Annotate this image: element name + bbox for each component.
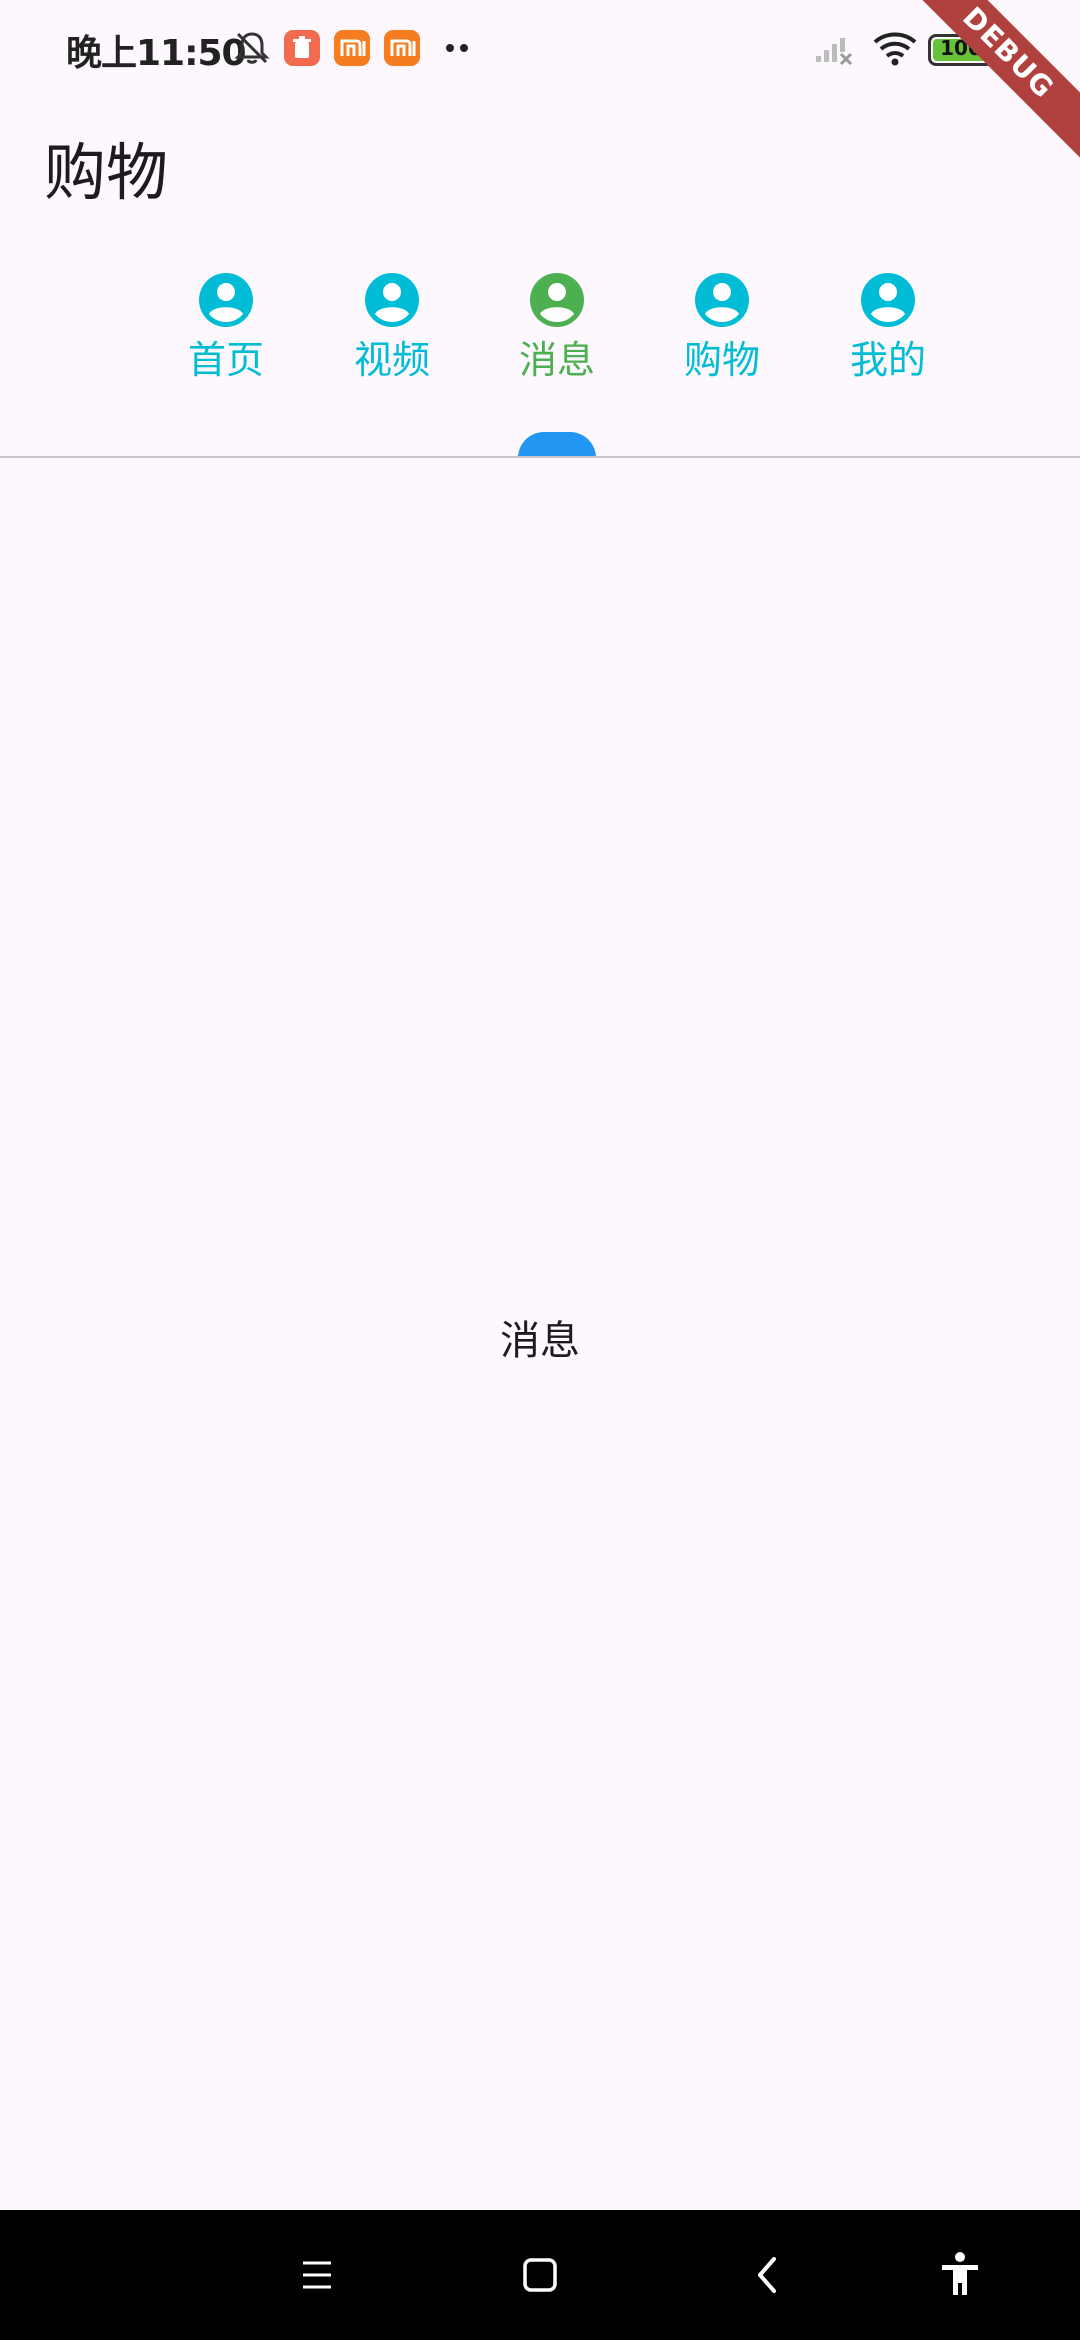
account-circle-icon	[530, 273, 584, 327]
more-dots-icon	[446, 44, 470, 54]
tab-divider	[0, 456, 1080, 458]
wifi-icon	[873, 32, 917, 66]
trash-icon	[293, 36, 311, 58]
signal-off-icon	[816, 38, 853, 66]
tab-home[interactable]: 首页	[166, 272, 286, 412]
back-icon[interactable]	[738, 2245, 798, 2305]
accessibility-icon[interactable]	[930, 2245, 990, 2305]
tab-shopping[interactable]: 购物	[662, 272, 782, 412]
mute-icon	[234, 32, 270, 64]
tab-bar: 首页 视频 消息 购物 我的	[0, 260, 1080, 460]
tab-indicator	[518, 432, 596, 458]
status-bar: 晚上11:50 100	[0, 0, 1080, 100]
status-time: 晚上11:50	[66, 33, 247, 74]
account-circle-icon	[365, 273, 419, 327]
tab-label: 消息	[518, 338, 595, 382]
tab-label: 我的	[849, 338, 926, 382]
system-nav-bar	[0, 2210, 1080, 2340]
tab-label: 视频	[353, 338, 430, 382]
tab-mine[interactable]: 我的	[828, 272, 948, 412]
tab-video[interactable]: 视频	[332, 272, 452, 412]
mi-icon	[334, 30, 370, 66]
tab-label: 首页	[187, 338, 264, 382]
account-circle-icon	[695, 273, 749, 327]
tab-content-text: 消息	[500, 1318, 580, 1364]
home-icon[interactable]	[510, 2245, 570, 2305]
mi-icon	[384, 30, 420, 66]
page-title: 购物	[44, 136, 169, 209]
account-circle-icon	[199, 273, 253, 327]
tab-label: 购物	[683, 338, 760, 382]
tab-messages[interactable]: 消息	[497, 272, 617, 412]
account-circle-icon	[861, 273, 915, 327]
menu-icon[interactable]	[287, 2245, 347, 2305]
app-badge-trash	[284, 30, 320, 66]
